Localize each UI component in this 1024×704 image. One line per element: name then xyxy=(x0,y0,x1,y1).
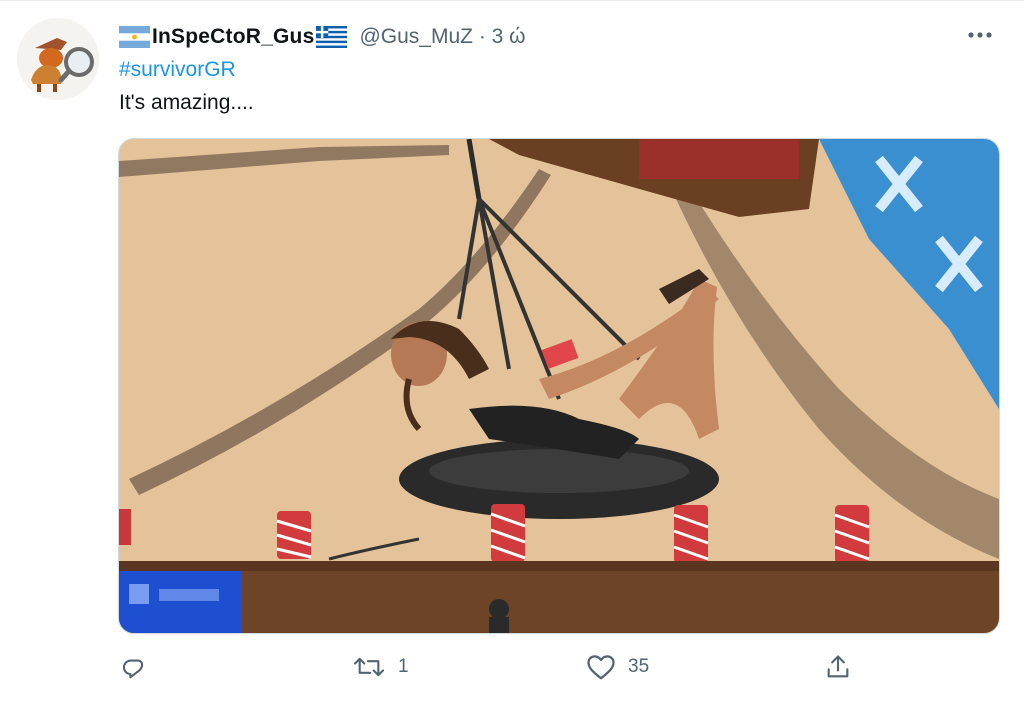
retweet-button[interactable]: 1 xyxy=(352,645,409,689)
retweet-icon xyxy=(353,657,385,677)
action-bar: 1 35 xyxy=(0,645,1024,689)
survivor-swing-image xyxy=(119,139,999,633)
divider xyxy=(0,0,1024,1)
like-button[interactable]: 35 xyxy=(586,645,649,689)
retweet-count: 1 xyxy=(398,656,409,677)
hashtag-link[interactable]: #survivorGR xyxy=(119,58,236,82)
separator: · xyxy=(478,25,486,48)
more-options-button[interactable] xyxy=(964,24,996,46)
share-button[interactable] xyxy=(824,645,864,689)
display-name[interactable]: InSpeCtoR_Gus xyxy=(152,25,314,49)
reply-icon xyxy=(122,659,144,679)
reply-button[interactable] xyxy=(119,645,159,689)
share-icon xyxy=(827,655,849,678)
heart-icon xyxy=(587,655,615,680)
like-count: 35 xyxy=(628,656,650,677)
more-horizontal-icon xyxy=(968,32,992,38)
tweet-card[interactable]: InSpeCtoR_Gus @Gus_MuZ · 3 ώ #survivorGR… xyxy=(0,0,1024,704)
tweet-media[interactable] xyxy=(118,138,1000,634)
tweet-time[interactable]: 3 ώ xyxy=(492,25,526,48)
tweet-text: It's amazing.... xyxy=(119,91,254,114)
user-handle[interactable]: @Gus_MuZ xyxy=(359,25,473,48)
avatar[interactable] xyxy=(17,18,99,100)
detective-dog-avatar-icon xyxy=(17,18,99,100)
argentina-flag-icon xyxy=(119,26,150,48)
greece-flag-icon xyxy=(316,26,348,48)
tweet-header: InSpeCtoR_Gus @Gus_MuZ · 3 ώ xyxy=(119,22,526,52)
